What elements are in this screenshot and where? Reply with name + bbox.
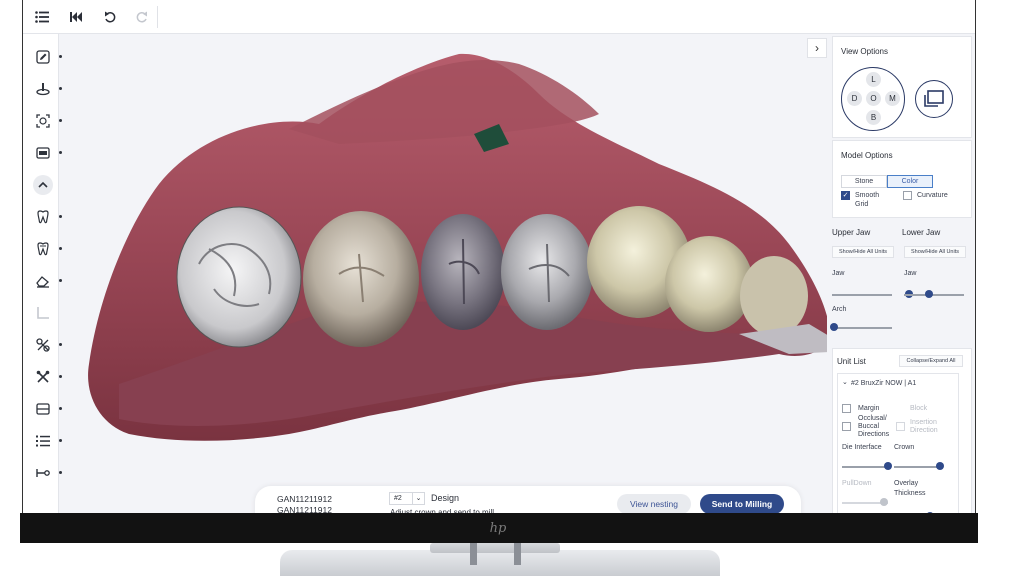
dental-scan-model[interactable]: [59, 34, 834, 516]
block-label: Block: [910, 405, 928, 412]
view-orientation-dial: L D O M B: [841, 67, 905, 131]
chevron-down-icon: ⌄: [412, 493, 424, 504]
tools-icon[interactable]: [30, 332, 62, 358]
thickness-label: Thickness: [894, 490, 926, 497]
unit-expand-chevron-icon[interactable]: ⌄: [842, 379, 848, 387]
buccal-label: Buccal: [858, 423, 880, 430]
stage-title: Design: [431, 493, 460, 503]
scan-area-icon[interactable]: [30, 108, 62, 134]
monitor-stand-base: [280, 550, 720, 576]
right-panel: View Options L D O M B Model Options Sto…: [828, 34, 975, 516]
lower-show-hide-button[interactable]: Show/Hide All Units: [904, 246, 966, 258]
unit-item: ⌄ #2 BruxZir NOW | A1 Margin Block Occlu…: [837, 373, 959, 516]
crown-slider-knob[interactable]: [936, 462, 944, 470]
unit-list-title: Unit List: [837, 357, 866, 366]
view-mesial-button[interactable]: M: [885, 91, 900, 106]
monitor: › View Options L D O M B Model Options S…: [0, 0, 1024, 576]
ruler-icon: [30, 300, 56, 326]
arch-slider-label: Arch: [832, 306, 847, 313]
fit-view-icon: [924, 90, 944, 107]
menu-icon[interactable]: [31, 6, 53, 28]
brand-logo: hp: [489, 521, 507, 536]
view-lingual-button[interactable]: L: [866, 72, 881, 87]
layers-icon[interactable]: [30, 396, 62, 422]
insertion-label: Insertion: [910, 419, 937, 426]
view-options-title: View Options: [841, 47, 888, 56]
skip-back-icon[interactable]: [65, 6, 87, 28]
case-id-primary: GAN11211912: [277, 494, 332, 504]
lower-jaw-slider-track[interactable]: [904, 294, 964, 296]
smooth-label: Smooth: [855, 192, 880, 199]
arch-slider-knob[interactable]: [830, 323, 838, 331]
collapse-panel-button[interactable]: ›: [807, 38, 827, 58]
unit-select[interactable]: #2 ⌄: [389, 492, 425, 505]
upper-show-hide-button[interactable]: Show/Hide All Units: [832, 246, 894, 258]
smooth-checkbox[interactable]: ✓: [841, 191, 850, 200]
toolbar-divider: [157, 6, 158, 28]
list-icon[interactable]: [30, 428, 62, 454]
app-screen: › View Options L D O M B Model Options S…: [22, 0, 976, 516]
send-to-milling-button[interactable]: Send to Milling: [700, 494, 784, 514]
lower-jaw-slider-knob[interactable]: [925, 290, 933, 298]
view-occlusal-button[interactable]: O: [866, 91, 881, 106]
chevron-right-icon: ›: [815, 41, 819, 55]
upper-jaw-slider-track[interactable]: [832, 294, 892, 296]
occlusal-checkbox[interactable]: [842, 422, 851, 431]
color-toggle[interactable]: Color: [887, 175, 933, 188]
insertion-checkbox: [896, 422, 905, 431]
stone-toggle[interactable]: Stone: [841, 175, 887, 188]
monitor-stand-top: [430, 543, 560, 553]
arch-slider-track[interactable]: [832, 327, 892, 329]
monitor-stand-neck-left: [470, 543, 477, 565]
3d-viewport[interactable]: [59, 34, 834, 516]
unit-list-card: Unit List Collapse/Expand All ⌄ #2 BruxZ…: [832, 348, 972, 516]
lower-jaw-title: Lower Jaw: [902, 228, 941, 237]
margin-icon[interactable]: [30, 140, 62, 166]
unit-select-value: #2: [394, 495, 402, 502]
unit-name[interactable]: #2 BruxZir NOW | A1: [851, 380, 916, 388]
wrench-icon[interactable]: [30, 364, 62, 390]
chevron-up-icon[interactable]: [30, 172, 56, 198]
view-nesting-button[interactable]: View nesting: [617, 494, 691, 514]
die-interface-slider-knob[interactable]: [884, 462, 892, 470]
margin-label: Margin: [858, 405, 880, 412]
overlay-label: Overlay: [894, 480, 919, 487]
grid-label: Grid: [855, 201, 869, 208]
undo-icon[interactable]: [99, 6, 121, 28]
pulldown-label: PullDown: [842, 480, 872, 487]
die-interface-label: Die Interface: [842, 444, 882, 451]
connector-icon[interactable]: [30, 460, 62, 486]
crown-slider-track[interactable]: [894, 466, 940, 468]
view-options-card: View Options L D O M B: [832, 36, 972, 138]
curvature-checkbox[interactable]: [903, 191, 912, 200]
occlusal-label: Occlusal/: [858, 415, 887, 422]
view-distal-button[interactable]: D: [847, 91, 862, 106]
margin-checkbox[interactable]: [842, 404, 851, 413]
eraser-icon[interactable]: [30, 268, 62, 294]
model-options-card: Model Options Stone Color ✓ Smooth Grid …: [832, 140, 972, 218]
redo-icon[interactable]: [131, 6, 153, 28]
upper-jaw-slider-label: Jaw: [832, 270, 845, 277]
tooth-outline-icon[interactable]: [30, 236, 62, 262]
fit-view-button[interactable]: [915, 80, 953, 118]
model-options-title: Model Options: [841, 151, 893, 160]
collapse-expand-button[interactable]: Collapse/Expand All: [899, 355, 963, 367]
die-interface-slider-track[interactable]: [842, 466, 888, 468]
bottom-status-bar: GAN11211912 GAN11211912 #2 ⌄ Design Adju…: [255, 486, 801, 516]
top-toolbar: [23, 0, 975, 34]
left-toolbar: [23, 34, 62, 516]
insertion-icon[interactable]: [30, 76, 62, 102]
tooth-icon[interactable]: [30, 204, 62, 230]
directions-label: Directions: [858, 431, 890, 438]
pulldown-slider-knob: [880, 498, 888, 506]
monitor-stand-neck-right: [514, 543, 521, 565]
lower-jaw-slider-label: Jaw: [904, 270, 917, 277]
curvature-label: Curvature: [917, 192, 948, 199]
upper-jaw-title: Upper Jaw: [832, 228, 871, 237]
view-buccal-button[interactable]: B: [866, 110, 881, 125]
direction-label: Direction: [910, 427, 938, 434]
pencil-icon[interactable]: [30, 44, 62, 70]
crown-label: Crown: [894, 444, 915, 451]
